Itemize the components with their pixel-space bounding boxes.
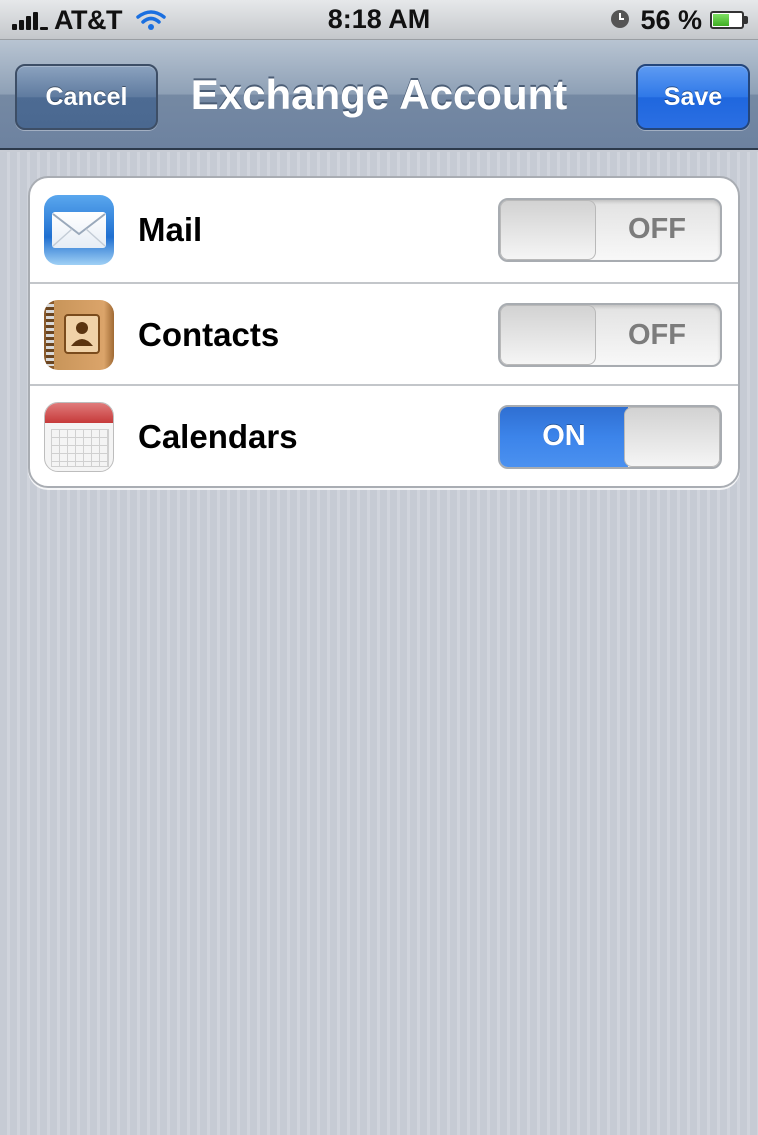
calendars-toggle[interactable]: ON — [498, 404, 722, 469]
mail-icon — [44, 194, 114, 265]
sync-options-group: Mail OFF Contacts OFF Calendars ON — [28, 176, 740, 488]
battery-percent: 56 % — [640, 4, 702, 35]
status-bar: AT&T 8:18 AM 56 % — [0, 0, 758, 40]
clock-icon — [610, 5, 630, 36]
row-label-contacts: Contacts — [138, 316, 280, 353]
contacts-icon — [44, 300, 114, 370]
list-item-mail[interactable]: Mail OFF — [30, 178, 738, 281]
list-item-calendars[interactable]: Calendars ON — [30, 384, 738, 486]
battery-icon — [710, 11, 748, 29]
list-item-contacts[interactable]: Contacts OFF — [30, 282, 738, 386]
calendar-icon — [44, 401, 114, 472]
row-label-calendars: Calendars — [138, 417, 298, 455]
contacts-toggle[interactable]: OFF — [498, 303, 722, 367]
mail-toggle-state: OFF — [628, 213, 686, 245]
save-button[interactable]: Save — [636, 64, 750, 130]
row-label-mail: Mail — [138, 210, 203, 248]
mail-toggle[interactable]: OFF — [498, 197, 722, 262]
contacts-toggle-state: OFF — [628, 318, 686, 351]
page-title: Exchange Account — [190, 71, 568, 118]
cancel-button[interactable]: Cancel — [15, 64, 158, 130]
calendars-toggle-state: ON — [500, 406, 628, 467]
settings-content: Mail OFF Contacts OFF Calendars ON — [0, 152, 758, 1135]
navigation-bar: Cancel Exchange Account Save — [0, 40, 758, 150]
